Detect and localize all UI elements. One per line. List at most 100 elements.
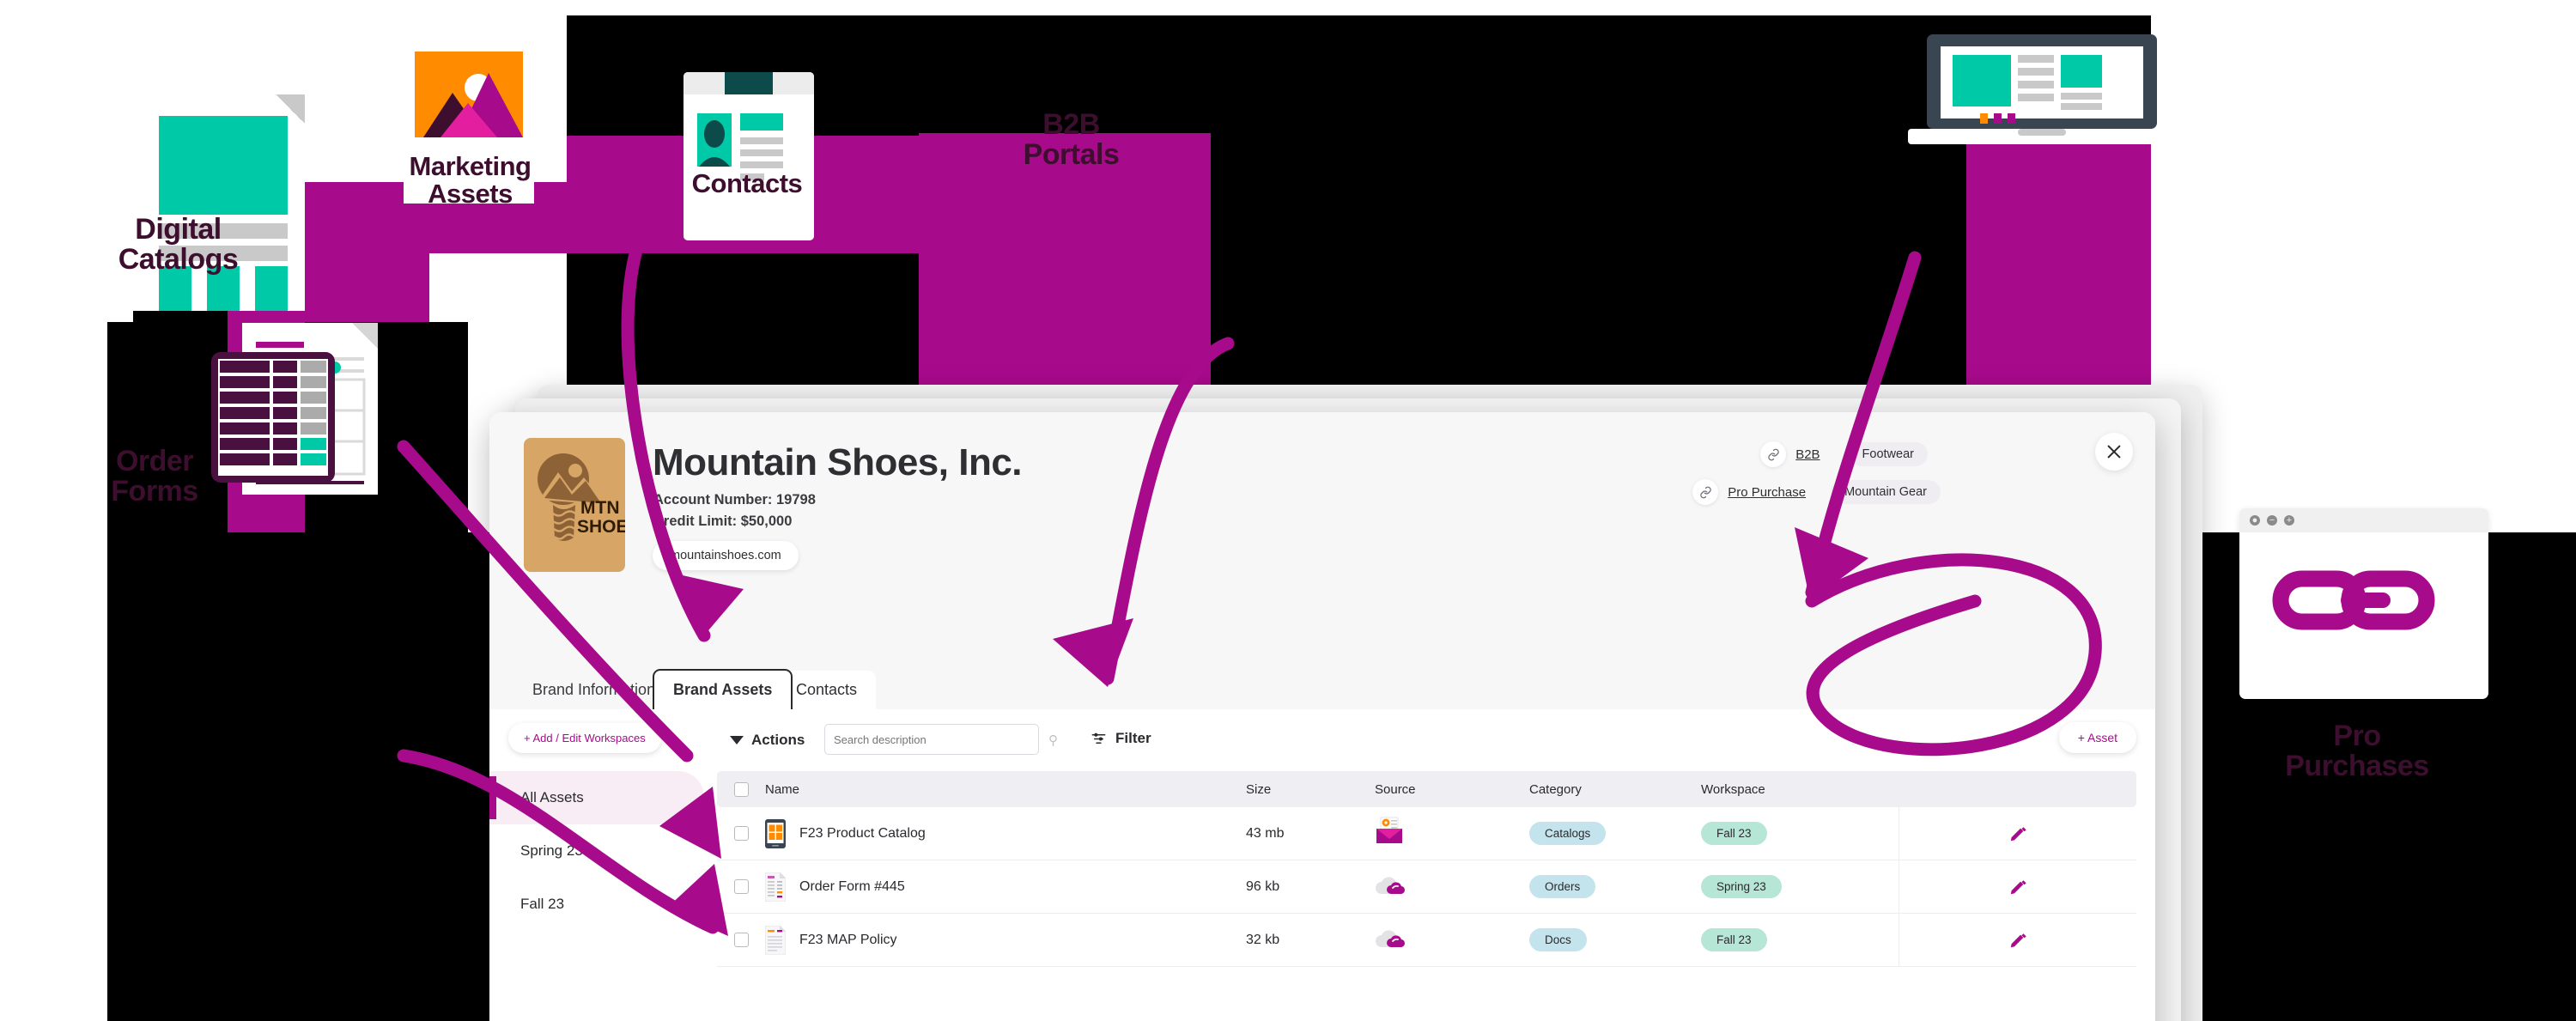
category-badge: Orders <box>1529 875 1596 898</box>
page-title: Mountain Shoes, Inc. <box>653 441 1023 483</box>
bg-label-contacts: Contacts <box>691 168 803 198</box>
catalog-hero-block <box>159 116 288 215</box>
row-source <box>1375 817 1529 850</box>
row-size: 96 kb <box>1246 878 1280 894</box>
workspace-item-all-assets[interactable]: All Assets <box>489 771 704 824</box>
brand-detail-modal: MTN SHOES Mountain Shoes, Inc. Account N… <box>489 412 2155 1021</box>
marketing-image <box>415 52 523 137</box>
form-doc-icon <box>765 872 786 902</box>
edit-icon <box>2010 826 2026 841</box>
row-checkbox[interactable] <box>733 826 749 841</box>
search-input[interactable] <box>824 724 1039 755</box>
modal-body: + Add / Edit Workspaces Actions ⚲ Filter… <box>489 709 2155 1021</box>
actions-label: Actions <box>751 732 805 748</box>
brand-logo: MTN SHOES <box>524 438 625 572</box>
row-category: Docs <box>1529 928 1701 951</box>
tag-mountain-gear[interactable]: Mountain Gear <box>1831 480 1941 504</box>
table-row[interactable]: Order Form #445 96 kb Orders Spring 23 <box>717 860 2136 914</box>
column-header-source[interactable]: Source <box>1375 782 1529 797</box>
order-forms-illustration <box>206 319 412 521</box>
chevron-down-icon <box>730 736 744 744</box>
table-row[interactable]: F23 MAP Policy 32 kb Docs Fall 23 <box>717 914 2136 967</box>
filter-icon <box>1091 732 1106 744</box>
row-checkbox[interactable] <box>733 879 749 894</box>
b2b-laptop-illustration <box>1908 34 2183 193</box>
logo-text-mtn: MTN <box>580 498 620 518</box>
search-icon: ⚲ <box>1048 733 1058 748</box>
select-all-checkbox[interactable] <box>733 781 749 797</box>
bg-label-digital-catalogs: Digital Catalogs <box>118 213 239 276</box>
search-field-wrapper: ⚲ <box>824 724 1058 755</box>
row-name-cell: F23 MAP Policy <box>765 925 1246 955</box>
link-row-pro-purchase: Pro Purchase Mountain Gear <box>1692 479 1941 505</box>
tag-footwear[interactable]: Footwear <box>1848 442 1928 466</box>
mountain-graphic-icon <box>423 73 523 137</box>
credit-limit: Credit Limit: $50,000 <box>653 514 793 529</box>
cloud-icon <box>1376 877 1406 895</box>
workspace-item-spring-23[interactable]: Spring 23 <box>489 824 704 878</box>
row-actions[interactable] <box>1899 860 2136 913</box>
browser-maximize-icon: + <box>2284 515 2294 526</box>
row-workspace: Fall 23 <box>1701 822 1899 845</box>
add-asset-button[interactable]: + Asset <box>2058 722 2136 753</box>
workspace-label: Spring 23 <box>520 842 583 859</box>
workspace-label: All Assets <box>520 789 584 805</box>
link-label-pro-purchase[interactable]: Pro Purchase <box>1728 485 1806 500</box>
select-all-cell[interactable] <box>717 781 765 797</box>
row-name-cell: F23 Product Catalog <box>765 818 1246 848</box>
row-name-cell: Order Form #445 <box>765 872 1246 902</box>
tab-bar: Brand Information Brand Assets Contacts <box>489 669 2155 709</box>
row-size: 43 mb <box>1246 825 1285 841</box>
link-icon <box>1760 441 1787 467</box>
category-badge: Catalogs <box>1529 822 1607 845</box>
row-checkbox[interactable] <box>733 933 749 947</box>
website-pill[interactable]: mountainshoes.com <box>653 541 799 570</box>
row-select-cell[interactable] <box>717 879 765 894</box>
close-button[interactable] <box>2095 433 2133 471</box>
bg-label-order-forms: Order Forms <box>111 445 198 507</box>
workspace-label: Fall 23 <box>520 896 565 912</box>
workspace-badge: Spring 23 <box>1701 875 1782 898</box>
browser-dot-icon: ● <box>2250 515 2260 526</box>
row-select-cell[interactable] <box>717 933 765 947</box>
row-source <box>1375 927 1529 953</box>
column-header-actions <box>1899 771 2136 807</box>
tab-brand-information[interactable]: Brand Information <box>513 671 674 709</box>
close-icon <box>2107 445 2121 459</box>
table-header-row: Name Size Source Category Workspace <box>717 771 2136 807</box>
browser-minimize-icon: − <box>2267 515 2277 526</box>
row-source <box>1375 873 1529 900</box>
bg-label-b2b-portals: B2B Portals <box>1023 108 1120 171</box>
row-name-label: F23 Product Catalog <box>799 825 926 841</box>
link-label-b2b[interactable]: B2B <box>1795 447 1820 462</box>
column-header-category[interactable]: Category <box>1529 782 1701 797</box>
filter-label: Filter <box>1115 730 1151 746</box>
filter-button[interactable]: Filter <box>1091 730 1151 747</box>
column-header-workspace[interactable]: Workspace <box>1701 782 1899 797</box>
table-row[interactable]: F23 Product Catalog 43 mb Catalogs Fall … <box>717 807 2136 860</box>
tab-brand-assets[interactable]: Brand Assets <box>653 669 793 709</box>
workspace-item-fall-23[interactable]: Fall 23 <box>489 878 704 931</box>
digital-catalog-illustration <box>133 94 305 311</box>
row-name-label: F23 MAP Policy <box>799 932 897 947</box>
browser-titlebar: ● − + <box>2239 508 2488 532</box>
category-badge: Docs <box>1529 928 1587 951</box>
row-workspace: Fall 23 <box>1701 928 1899 951</box>
modal-header: MTN SHOES Mountain Shoes, Inc. Account N… <box>489 412 2155 670</box>
column-header-name[interactable]: Name <box>765 782 1246 797</box>
logo-text-shoes: SHOES <box>577 517 625 537</box>
add-edit-workspaces-button[interactable]: + Add / Edit Workspaces <box>508 723 661 753</box>
row-workspace: Spring 23 <box>1701 875 1899 898</box>
workspace-badge: Fall 23 <box>1701 822 1767 845</box>
cloud-icon <box>1376 930 1406 948</box>
email-icon <box>1376 817 1402 843</box>
row-actions[interactable] <box>1899 807 2136 860</box>
column-header-size[interactable]: Size <box>1246 782 1375 797</box>
row-name-label: Order Form #445 <box>799 878 905 894</box>
actions-dropdown[interactable]: Actions <box>730 732 805 749</box>
catalog-page-fold <box>276 94 305 124</box>
workspace-badge: Fall 23 <box>1701 928 1767 951</box>
row-select-cell[interactable] <box>717 826 765 841</box>
assets-table: Name Size Source Category Workspace F23 … <box>717 771 2136 967</box>
row-actions[interactable] <box>1899 914 2136 966</box>
